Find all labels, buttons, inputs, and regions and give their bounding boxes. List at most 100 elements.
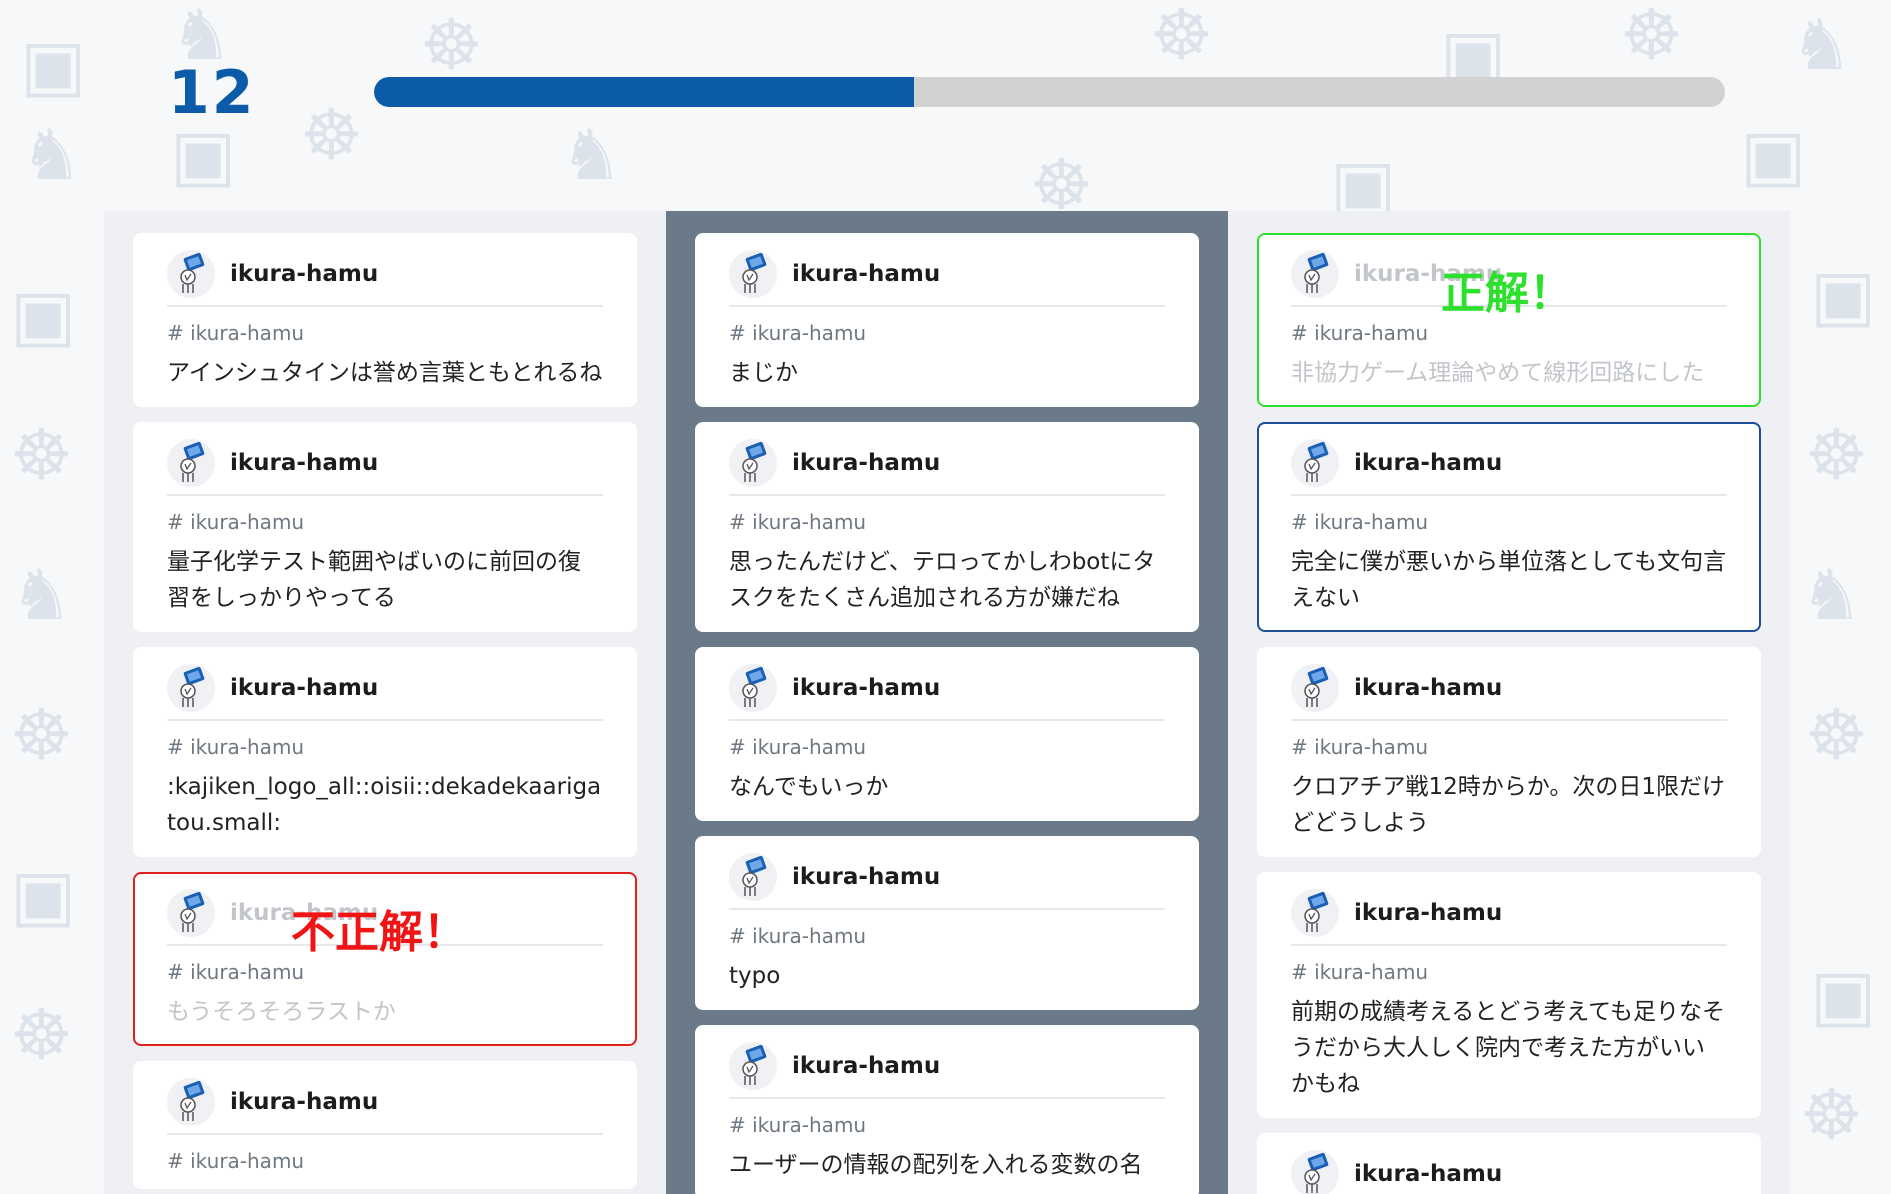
username: ikura-hamu: [230, 1089, 379, 1115]
channel-name: # ikura-hamu: [729, 510, 867, 534]
avatar: [1291, 1150, 1339, 1194]
message-card[interactable]: ikura-hamu # ikura-hamu 量子化学テスト範囲やばいのに前回の復…: [133, 422, 637, 632]
column-middle: ikura-hamu # ikura-hamu まじか ikura-hamu # iku…: [666, 211, 1228, 1194]
robot-icon: ▣: [10, 274, 77, 356]
octopus-icon: ☸: [1805, 694, 1868, 776]
avatar: [167, 1078, 215, 1126]
correct-verdict: 正解！: [1441, 268, 1573, 319]
progress-fill: [374, 77, 915, 107]
channel-name: # ikura-hamu: [167, 510, 305, 534]
channel-name: # ikura-hamu: [729, 735, 867, 759]
channel-name: # ikura-hamu: [1291, 510, 1429, 534]
username: ikura-hamu: [230, 450, 379, 476]
card-header: ikura-hamu: [1291, 663, 1727, 721]
username: ikura-hamu: [1354, 675, 1503, 701]
message-text: 思ったんだけど、テロってかしわbotにタスクをたくさん追加される方が嫌だね: [729, 549, 1156, 611]
card-board: ikura-hamu # ikura-hamu アインシュタインは誉め言葉ともとれる…: [104, 211, 1790, 1194]
message-card[interactable]: ikura-hamu # ikura-hamu 非協力ゲーム理論やめて線形回路にした…: [1257, 233, 1761, 407]
channel-name: # ikura-hamu: [167, 960, 305, 984]
message-text: 量子化学テスト範囲やばいのに前回の復習をしっかりやってる: [167, 549, 581, 611]
card-header: ikura-hamu: [1291, 438, 1727, 496]
column-right: ikura-hamu # ikura-hamu 非協力ゲーム理論やめて線形回路にした…: [1228, 211, 1790, 1194]
card-header: ikura-hamu: [167, 438, 603, 496]
channel-name: # ikura-hamu: [729, 924, 867, 948]
message-card[interactable]: ikura-hamu # ikura-hamu 思ったんだけど、テロってかしわbot…: [695, 422, 1199, 632]
message-card[interactable]: ikura-hamu # ikura-hamu もうそろそろラストか 不正解！: [133, 872, 637, 1046]
channel-name: # ikura-hamu: [1291, 960, 1429, 984]
card-header: ikura-hamu: [729, 1041, 1165, 1099]
username: ikura-hamu: [230, 675, 379, 701]
card-header: ikura-hamu: [729, 438, 1165, 496]
message-card[interactable]: ikura-hamu # ikura-hamu 前期の成績考えるとどう考えても足りな…: [1257, 872, 1761, 1118]
question-counter: 12: [168, 58, 256, 128]
octopus-icon: ☸: [10, 414, 73, 496]
username: ikura-hamu: [1354, 1161, 1503, 1187]
message-text: もうそろそろラストか: [167, 999, 396, 1025]
channel-name: # ikura-hamu: [167, 321, 305, 345]
avatar: [167, 439, 215, 487]
message-card[interactable]: ikura-hamu # ikura-hamu アインシュタインは誉め言葉ともとれる…: [133, 233, 637, 407]
username: ikura-hamu: [792, 450, 941, 476]
username: ikura-hamu: [792, 864, 941, 890]
message-text: :kajiken_logo_all::oisii::dekadekaarigat…: [167, 774, 602, 836]
avatar: [167, 664, 215, 712]
avatar: [729, 439, 777, 487]
avatar: [167, 889, 215, 937]
username: ikura-hamu: [1354, 450, 1503, 476]
channel-name: # ikura-hamu: [1291, 735, 1429, 759]
message-text: まじか: [729, 360, 798, 386]
card-header: ikura-hamu: [1291, 1149, 1727, 1194]
message-card[interactable]: ikura-hamu # ikura-hamu: [133, 1061, 637, 1189]
avatar: [1291, 664, 1339, 712]
robot-icon: ▣: [1810, 254, 1877, 336]
avatar: [729, 250, 777, 298]
header: 12: [0, 0, 1891, 200]
card-header: ikura-hamu: [167, 1077, 603, 1135]
robot-icon: ▣: [10, 854, 77, 936]
robot-icon: ▣: [1810, 954, 1877, 1036]
card-header: ikura-hamu: [729, 249, 1165, 307]
octopus-icon: ☸: [10, 994, 73, 1076]
channel-name: # ikura-hamu: [729, 321, 867, 345]
channel-name: # ikura-hamu: [1291, 321, 1429, 345]
card-header: ikura-hamu: [167, 249, 603, 307]
channel-name: # ikura-hamu: [729, 1113, 867, 1137]
column-left: ikura-hamu # ikura-hamu アインシュタインは誉め言葉ともとれる…: [104, 211, 666, 1194]
deer-icon: ♞: [1800, 554, 1863, 636]
message-text: なんでもいっか: [729, 774, 889, 800]
incorrect-verdict: 不正解！: [291, 907, 467, 958]
username: ikura-hamu: [230, 261, 379, 287]
avatar: [1291, 439, 1339, 487]
username: ikura-hamu: [792, 261, 941, 287]
octopus-icon: ☸: [1800, 1074, 1863, 1156]
message-card[interactable]: ikura-hamu # ikura-hamu :kajiken_logo_all:…: [133, 647, 637, 857]
octopus-icon: ☸: [10, 694, 73, 776]
message-text: typo: [729, 963, 781, 989]
message-card[interactable]: ikura-hamu: [1257, 1133, 1761, 1194]
avatar: [1291, 889, 1339, 937]
message-card[interactable]: ikura-hamu # ikura-hamu なんでもいっか: [695, 647, 1199, 821]
channel-name: # ikura-hamu: [167, 735, 305, 759]
octopus-icon: ☸: [1805, 414, 1868, 496]
username: ikura-hamu: [1354, 900, 1503, 926]
channel-name: # ikura-hamu: [167, 1149, 305, 1173]
message-text: ユーザーの情報の配列を入れる変数の名: [729, 1152, 1143, 1178]
avatar: [1291, 250, 1339, 298]
message-text: クロアチア戦12時からか。次の日1限だけどどうしよう: [1291, 774, 1725, 836]
card-header: ikura-hamu: [729, 663, 1165, 721]
avatar: [729, 664, 777, 712]
message-card[interactable]: ikura-hamu # ikura-hamu まじか: [695, 233, 1199, 407]
username: ikura-hamu: [792, 675, 941, 701]
message-text: 非協力ゲーム理論やめて線形回路にした: [1291, 360, 1705, 386]
message-card[interactable]: ikura-hamu # ikura-hamu 完全に僕が悪いから単位落としても文句…: [1257, 422, 1761, 632]
message-card[interactable]: ikura-hamu # ikura-hamu クロアチア戦12時からか。次の日1限…: [1257, 647, 1761, 857]
message-text: 完全に僕が悪いから単位落としても文句言えない: [1291, 549, 1727, 611]
progress-bar: [374, 77, 1725, 107]
avatar: [729, 1042, 777, 1090]
card-header: ikura-hamu: [167, 663, 603, 721]
card-header: ikura-hamu: [729, 852, 1165, 910]
username: ikura-hamu: [792, 1053, 941, 1079]
message-card[interactable]: ikura-hamu # ikura-hamu ユーザーの情報の配列を入れる変数の名: [695, 1025, 1199, 1194]
message-text: アインシュタインは誉め言葉ともとれるね: [167, 360, 603, 386]
message-card[interactable]: ikura-hamu # ikura-hamu typo: [695, 836, 1199, 1010]
